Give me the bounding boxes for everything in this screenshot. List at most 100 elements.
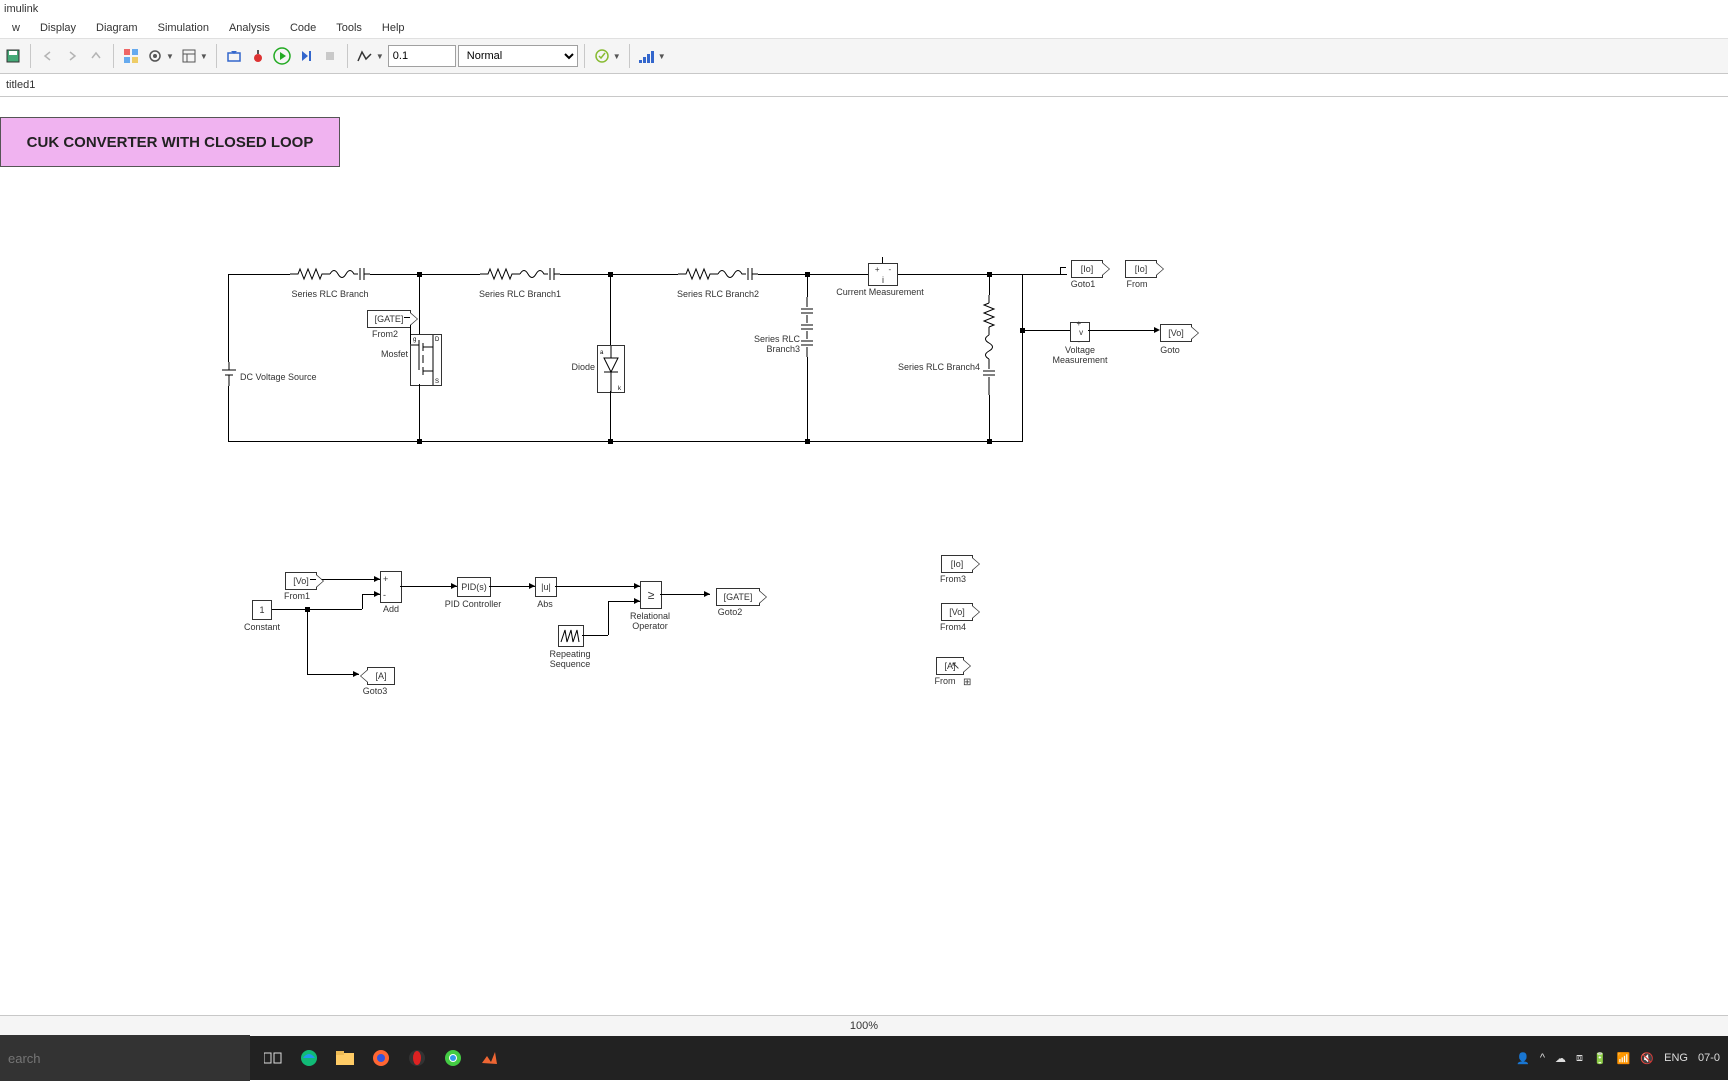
block-pid[interactable]: PID(s) — [457, 577, 491, 597]
chrome-icon[interactable] — [442, 1047, 464, 1069]
menu-help[interactable]: Help — [372, 20, 415, 36]
sound-icon[interactable]: 🔇 — [1640, 1052, 1654, 1065]
up-button[interactable] — [85, 45, 107, 67]
label-goto1: Goto1 — [1068, 279, 1098, 289]
stop-button[interactable] — [319, 45, 341, 67]
block-from3[interactable]: [Io] — [941, 555, 973, 573]
checkmark-button[interactable] — [591, 45, 613, 67]
block-from[interactable]: [Io] — [1125, 260, 1157, 278]
menu-analysis[interactable]: Analysis — [219, 20, 280, 36]
label-from: From — [1122, 279, 1152, 289]
menubar: w Display Diagram Simulation Analysis Co… — [0, 18, 1728, 38]
menu-code[interactable]: Code — [280, 20, 326, 36]
label-goto: Goto — [1155, 345, 1185, 355]
block-relational-operator[interactable]: ≥ — [640, 581, 662, 609]
label-voltage-meas: Voltage Measurement — [1040, 345, 1120, 365]
window-title: imulink — [0, 0, 1728, 18]
wifi-icon[interactable]: 📶 — [1617, 1052, 1631, 1065]
forward-button[interactable] — [61, 45, 83, 67]
label-rlc1: Series RLC Branch1 — [470, 289, 570, 299]
chevron-down-icon[interactable]: ▼ — [376, 52, 384, 61]
label-from1: From1 — [282, 591, 312, 601]
task-view-icon[interactable] — [262, 1047, 284, 1069]
canvas[interactable]: CUK CONVERTER WITH CLOSED LOOP Series RL… — [0, 97, 1728, 1037]
block-goto[interactable]: [Vo] — [1160, 324, 1192, 342]
block-goto1[interactable]: [Io] — [1071, 260, 1103, 278]
firefox-icon[interactable] — [370, 1047, 392, 1069]
block-dc-voltage-source[interactable] — [222, 362, 236, 386]
block-series-rlc-branch3[interactable] — [800, 297, 814, 357]
update-button[interactable] — [223, 45, 245, 67]
chevron-down-icon[interactable]: ▼ — [658, 52, 666, 61]
separator — [584, 44, 585, 68]
block-mosfet[interactable]: gDS — [410, 334, 442, 386]
cursor-icon: ↖ — [951, 659, 960, 672]
breadcrumb[interactable]: titled1 — [0, 74, 1728, 97]
label-dc-source: DC Voltage Source — [240, 372, 330, 382]
block-series-rlc-branch[interactable] — [290, 267, 370, 281]
people-icon[interactable]: 👤 — [1516, 1052, 1530, 1065]
menu-display[interactable]: Display — [30, 20, 86, 36]
block-series-rlc-branch1[interactable] — [480, 267, 560, 281]
schedule-button[interactable] — [636, 45, 658, 67]
chevron-down-icon[interactable]: ▼ — [613, 52, 621, 61]
block-current-measurement[interactable]: + -i — [868, 263, 898, 286]
block-goto2[interactable]: [GATE] — [716, 588, 760, 606]
block-series-rlc-branch4[interactable] — [982, 295, 996, 395]
block-abs[interactable]: |u| — [535, 577, 557, 597]
separator — [347, 44, 348, 68]
tray-up-icon[interactable]: ^ — [1540, 1052, 1545, 1064]
label-from2: From2 — [370, 329, 400, 339]
separator — [30, 44, 31, 68]
step-forward-button[interactable] — [295, 45, 317, 67]
simulation-mode-select[interactable]: Normal — [458, 45, 578, 67]
signal-button[interactable] — [354, 45, 376, 67]
svg-text:g: g — [413, 337, 416, 343]
menu-diagram[interactable]: Diagram — [86, 20, 148, 36]
separator — [629, 44, 630, 68]
label-rel-op: Relational Operator — [623, 611, 677, 631]
chevron-down-icon[interactable]: ▼ — [200, 52, 208, 61]
explorer-icon[interactable] — [334, 1047, 356, 1069]
block-voltage-measurement[interactable]: + v- — [1070, 322, 1090, 342]
taskbar-search[interactable] — [0, 1035, 250, 1081]
edge-icon[interactable] — [298, 1047, 320, 1069]
matlab-icon[interactable] — [478, 1047, 500, 1069]
menu-simulation[interactable]: Simulation — [148, 20, 219, 36]
label-current-measurement: Current Measurement — [830, 287, 930, 297]
cloud-icon[interactable]: ☁ — [1555, 1052, 1566, 1065]
separator — [216, 44, 217, 68]
menu-view[interactable]: w — [2, 20, 30, 36]
label-rlc2: Series RLC Branch2 — [668, 289, 768, 299]
dropbox-icon[interactable]: ⧈ — [1576, 1052, 1583, 1065]
title-annotation[interactable]: CUK CONVERTER WITH CLOSED LOOP — [0, 117, 340, 167]
block-diode[interactable]: ak — [597, 345, 625, 393]
back-button[interactable] — [37, 45, 59, 67]
stop-time-input[interactable] — [388, 45, 456, 67]
model-explorer-button[interactable] — [178, 45, 200, 67]
block-from4[interactable]: [Vo] — [941, 603, 973, 621]
block-goto3[interactable]: [A] — [367, 667, 395, 685]
opera-icon[interactable] — [406, 1047, 428, 1069]
build-button[interactable] — [247, 45, 269, 67]
block-from2[interactable]: [GATE] — [367, 310, 411, 328]
save-button[interactable] — [2, 45, 24, 67]
block-from1[interactable]: [Vo] — [285, 572, 317, 590]
taskbar: 👤 ^ ☁ ⧈ 🔋 📶 🔇 ENG 07-0 — [0, 1036, 1728, 1080]
date-indicator[interactable]: 07-0 — [1698, 1052, 1720, 1064]
menu-tools[interactable]: Tools — [326, 20, 372, 36]
lang-indicator[interactable]: ENG — [1664, 1052, 1688, 1064]
run-button[interactable] — [271, 45, 293, 67]
label-from4: From4 — [938, 622, 968, 632]
library-browser-button[interactable] — [120, 45, 142, 67]
block-constant[interactable]: 1 — [252, 600, 272, 620]
block-repeating-sequence[interactable] — [558, 625, 584, 647]
battery-icon[interactable]: 🔋 — [1593, 1052, 1607, 1065]
chevron-down-icon[interactable]: ▼ — [166, 52, 174, 61]
system-tray: 👤 ^ ☁ ⧈ 🔋 📶 🔇 ENG 07-0 — [1516, 1052, 1728, 1065]
block-series-rlc-branch2[interactable] — [678, 267, 758, 281]
separator — [113, 44, 114, 68]
model-config-button[interactable] — [144, 45, 166, 67]
block-add[interactable]: +- — [380, 571, 402, 603]
svg-text:D: D — [435, 337, 440, 343]
